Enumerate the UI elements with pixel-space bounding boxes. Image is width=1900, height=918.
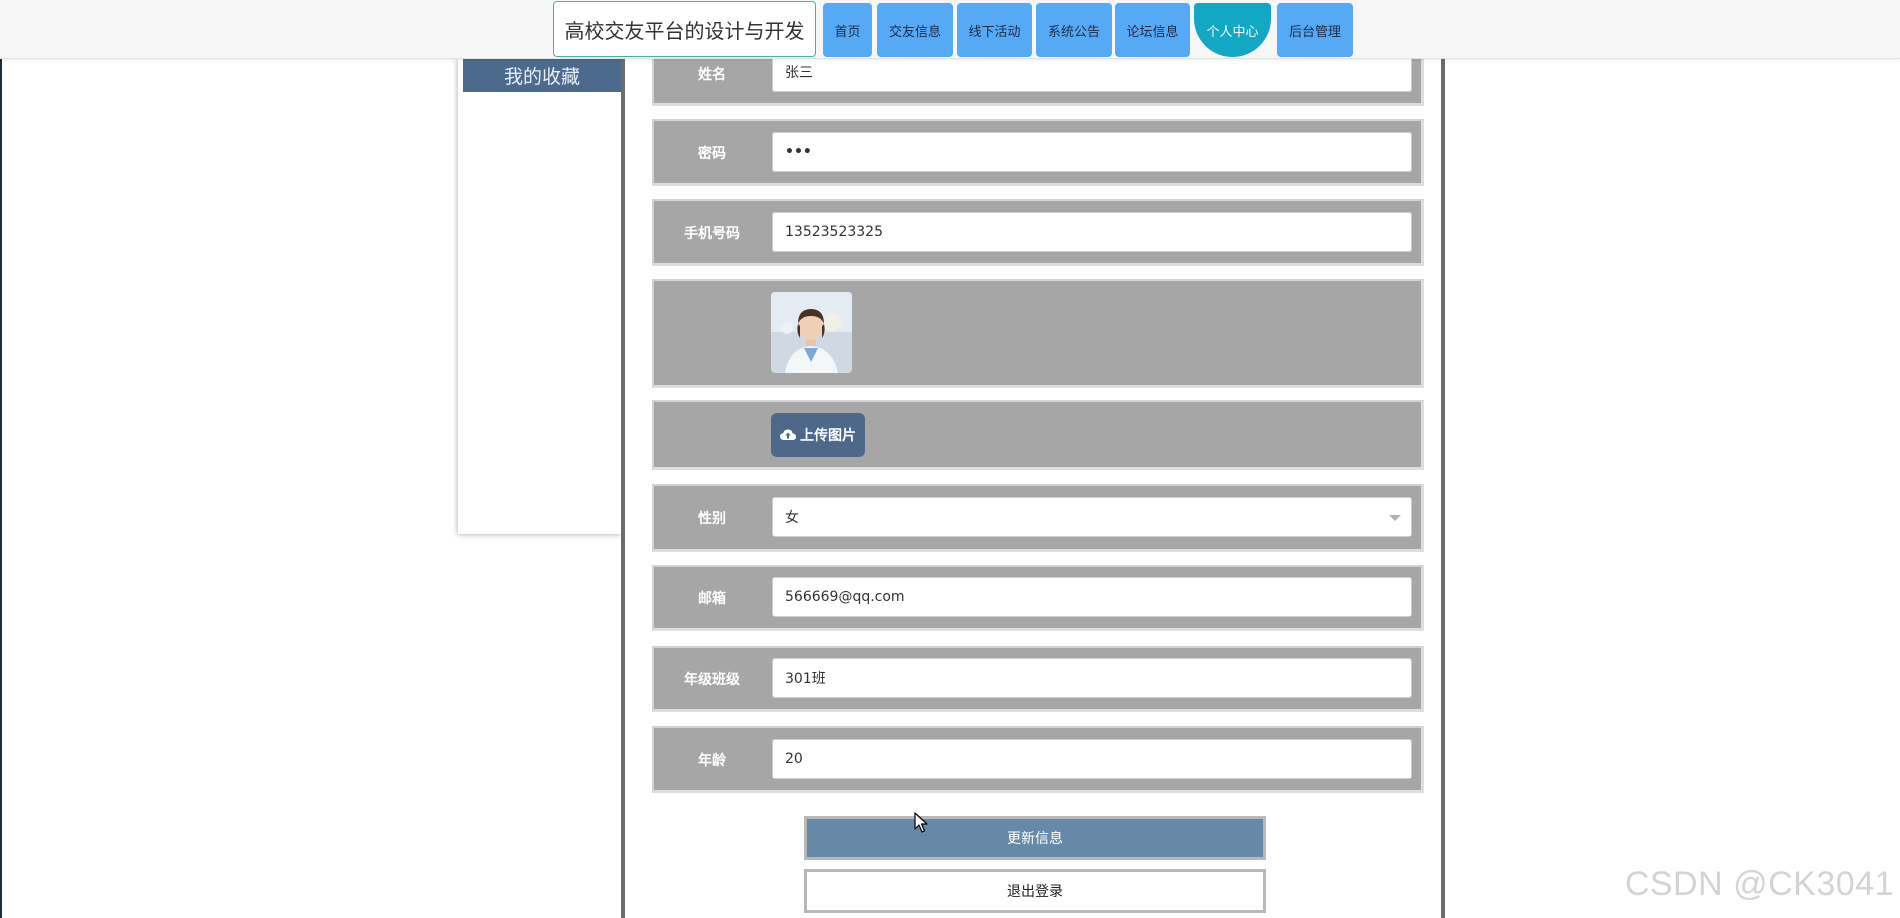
form-row-email: 邮箱 566669@qq.com <box>652 565 1424 631</box>
nav-offline-activity[interactable]: 线下活动 <box>957 3 1032 57</box>
caret-down-icon <box>1389 515 1401 521</box>
upload-image-button[interactable]: 上传图片 <box>771 413 865 457</box>
profile-form: 姓名 张三 密码 ••• 手机号码 13523523325 上传图片 性别 女 … <box>621 50 1445 918</box>
mouse-cursor-icon <box>914 812 928 833</box>
site-title: 高校交友平台的设计与开发 <box>553 1 816 57</box>
sidebar-item-favorites[interactable]: 我的收藏 <box>463 58 621 92</box>
form-row-class: 年级班级 301班 <box>652 646 1424 712</box>
password-label: 密码 <box>698 146 726 162</box>
nav-announcement[interactable]: 系统公告 <box>1036 3 1112 57</box>
gender-selected-value: 女 <box>785 510 799 526</box>
form-row-phone: 手机号码 13523523325 <box>652 199 1424 266</box>
nav-forum[interactable]: 论坛信息 <box>1115 3 1190 57</box>
class-label: 年级班级 <box>684 672 740 688</box>
form-row-avatar <box>652 279 1424 388</box>
phone-label: 手机号码 <box>684 226 740 242</box>
age-label: 年龄 <box>698 753 726 769</box>
email-label: 邮箱 <box>698 591 726 607</box>
nav-dating-info[interactable]: 交友信息 <box>877 3 953 57</box>
gender-label: 性别 <box>698 511 726 527</box>
window-edge <box>0 0 2 918</box>
age-input[interactable]: 20 <box>772 739 1412 779</box>
form-row-password: 密码 ••• <box>652 119 1424 186</box>
password-input[interactable]: ••• <box>772 132 1412 172</box>
nav-admin[interactable]: 后台管理 <box>1277 3 1353 57</box>
upload-button-label: 上传图片 <box>800 428 856 444</box>
gender-select[interactable]: 女 <box>772 497 1412 537</box>
update-info-button[interactable]: 更新信息 <box>804 816 1266 860</box>
top-navbar: 高校交友平台的设计与开发 首页 交友信息 线下活动 系统公告 论坛信息 个人中心… <box>0 0 1900 59</box>
phone-input[interactable]: 13523523325 <box>772 212 1412 252</box>
avatar-image <box>771 292 852 373</box>
name-label: 姓名 <box>698 67 726 83</box>
nav-home[interactable]: 首页 <box>823 3 872 57</box>
form-row-upload: 上传图片 <box>652 400 1424 470</box>
logout-button[interactable]: 退出登录 <box>804 869 1266 913</box>
email-input[interactable]: 566669@qq.com <box>772 577 1412 617</box>
nav-personal-center[interactable]: 个人中心 <box>1194 3 1271 57</box>
form-row-gender: 性别 女 <box>652 484 1424 552</box>
form-row-age: 年龄 20 <box>652 726 1424 793</box>
cloud-upload-icon <box>780 429 796 440</box>
side-panel: 我的收藏 <box>458 58 621 534</box>
class-input[interactable]: 301班 <box>772 658 1412 698</box>
watermark: CSDN @CK3041 <box>1624 865 1894 903</box>
